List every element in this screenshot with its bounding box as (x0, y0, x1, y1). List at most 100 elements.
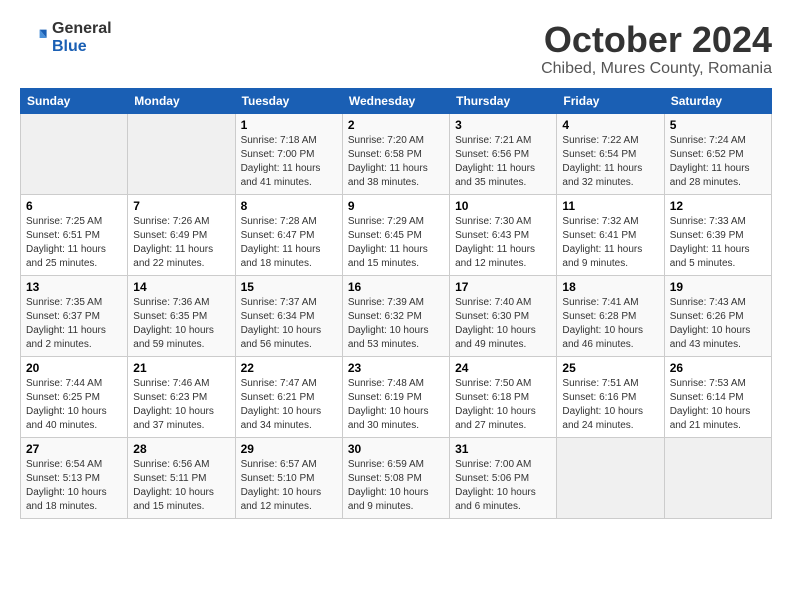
day-info: Sunrise: 7:51 AM Sunset: 6:16 PM Dayligh… (562, 377, 658, 433)
location-title: Chibed, Mures County, Romania (541, 60, 772, 78)
day-number: 18 (562, 280, 658, 294)
day-info: Sunrise: 7:46 AM Sunset: 6:23 PM Dayligh… (133, 377, 229, 433)
day-info: Sunrise: 7:18 AM Sunset: 7:00 PM Dayligh… (241, 134, 337, 190)
day-number: 12 (670, 199, 766, 213)
day-number: 28 (133, 442, 229, 456)
month-title: October 2024 (541, 20, 772, 60)
day-number: 30 (348, 442, 444, 456)
calendar-cell (557, 437, 664, 518)
logo-general: General (52, 20, 112, 38)
calendar-cell: 20Sunrise: 7:44 AM Sunset: 6:25 PM Dayli… (21, 356, 128, 437)
day-number: 17 (455, 280, 551, 294)
day-info: Sunrise: 7:35 AM Sunset: 6:37 PM Dayligh… (26, 296, 122, 352)
day-number: 2 (348, 118, 444, 132)
day-info: Sunrise: 7:53 AM Sunset: 6:14 PM Dayligh… (670, 377, 766, 433)
day-info: Sunrise: 7:30 AM Sunset: 6:43 PM Dayligh… (455, 215, 551, 271)
day-info: Sunrise: 7:39 AM Sunset: 6:32 PM Dayligh… (348, 296, 444, 352)
header-tuesday: Tuesday (235, 88, 342, 113)
day-number: 14 (133, 280, 229, 294)
calendar-cell (21, 113, 128, 194)
day-number: 10 (455, 199, 551, 213)
calendar-cell: 11 Sunrise: 7:32 AM Sunset: 6:41 PM Dayli… (557, 194, 664, 275)
day-number: 19 (670, 280, 766, 294)
calendar-cell: 1 Sunrise: 7:18 AM Sunset: 7:00 PM Daylig… (235, 113, 342, 194)
logo: General Blue (20, 20, 112, 55)
page-header: General Blue October 2024 Chibed, Mures … (20, 20, 772, 78)
logo-text: General Blue (52, 20, 112, 55)
day-number: 9 (348, 199, 444, 213)
header-sunday: Sunday (21, 88, 128, 113)
calendar: Sunday Monday Tuesday Wednesday Thursday… (20, 88, 772, 519)
day-number: 23 (348, 361, 444, 375)
header-wednesday: Wednesday (342, 88, 449, 113)
day-number: 1 (241, 118, 337, 132)
day-info: Sunrise: 7:48 AM Sunset: 6:19 PM Dayligh… (348, 377, 444, 433)
calendar-cell: 23 Sunrise: 7:48 AM Sunset: 6:19 PM Dayli… (342, 356, 449, 437)
calendar-cell: 21 Sunrise: 7:46 AM Sunset: 6:23 PM Dayli… (128, 356, 235, 437)
day-number: 31 (455, 442, 551, 456)
calendar-cell: 24 Sunrise: 7:50 AM Sunset: 6:18 PM Dayli… (450, 356, 557, 437)
calendar-cell (664, 437, 771, 518)
day-info: Sunrise: 7:29 AM Sunset: 6:45 PM Dayligh… (348, 215, 444, 271)
day-info: Sunrise: 7:21 AM Sunset: 6:56 PM Dayligh… (455, 134, 551, 190)
day-info: Sunrise: 6:57 AM Sunset: 5:10 PM Dayligh… (241, 458, 337, 514)
day-info: Sunrise: 6:54 AM Sunset: 5:13 PM Dayligh… (26, 458, 122, 514)
day-info: Sunrise: 7:50 AM Sunset: 6:18 PM Dayligh… (455, 377, 551, 433)
week-row-5: 27 Sunrise: 6:54 AM Sunset: 5:13 PM Dayli… (21, 437, 772, 518)
day-info: Sunrise: 7:00 AM Sunset: 5:06 PM Dayligh… (455, 458, 551, 514)
calendar-cell: 25Sunrise: 7:51 AM Sunset: 6:16 PM Dayli… (557, 356, 664, 437)
day-info: Sunrise: 7:22 AM Sunset: 6:54 PM Dayligh… (562, 134, 658, 190)
day-info: Sunrise: 7:41 AM Sunset: 6:28 PM Dayligh… (562, 296, 658, 352)
day-info: Sunrise: 7:33 AM Sunset: 6:39 PM Dayligh… (670, 215, 766, 271)
header-friday: Friday (557, 88, 664, 113)
header-thursday: Thursday (450, 88, 557, 113)
day-number: 29 (241, 442, 337, 456)
day-info: Sunrise: 7:20 AM Sunset: 6:58 PM Dayligh… (348, 134, 444, 190)
calendar-cell: 8Sunrise: 7:28 AM Sunset: 6:47 PM Daylig… (235, 194, 342, 275)
day-info: Sunrise: 7:24 AM Sunset: 6:52 PM Dayligh… (670, 134, 766, 190)
calendar-cell: 17Sunrise: 7:40 AM Sunset: 6:30 PM Dayli… (450, 275, 557, 356)
logo-blue: Blue (52, 38, 112, 56)
day-info: Sunrise: 7:36 AM Sunset: 6:35 PM Dayligh… (133, 296, 229, 352)
calendar-cell: 4Sunrise: 7:22 AM Sunset: 6:54 PM Daylig… (557, 113, 664, 194)
calendar-cell: 3 Sunrise: 7:21 AM Sunset: 6:56 PM Daylig… (450, 113, 557, 194)
day-number: 21 (133, 361, 229, 375)
day-number: 6 (26, 199, 122, 213)
day-number: 27 (26, 442, 122, 456)
day-number: 11 (562, 199, 658, 213)
day-info: Sunrise: 6:56 AM Sunset: 5:11 PM Dayligh… (133, 458, 229, 514)
calendar-cell: 12 Sunrise: 7:33 AM Sunset: 6:39 PM Dayli… (664, 194, 771, 275)
day-info: Sunrise: 7:44 AM Sunset: 6:25 PM Dayligh… (26, 377, 122, 433)
calendar-cell: 2 Sunrise: 7:20 AM Sunset: 6:58 PM Daylig… (342, 113, 449, 194)
week-row-4: 20Sunrise: 7:44 AM Sunset: 6:25 PM Dayli… (21, 356, 772, 437)
day-number: 24 (455, 361, 551, 375)
day-info: Sunrise: 7:32 AM Sunset: 6:41 PM Dayligh… (562, 215, 658, 271)
calendar-cell: 13Sunrise: 7:35 AM Sunset: 6:37 PM Dayli… (21, 275, 128, 356)
week-row-2: 6Sunrise: 7:25 AM Sunset: 6:51 PM Daylig… (21, 194, 772, 275)
day-info: Sunrise: 6:59 AM Sunset: 5:08 PM Dayligh… (348, 458, 444, 514)
calendar-cell: 30 Sunrise: 6:59 AM Sunset: 5:08 PM Dayli… (342, 437, 449, 518)
calendar-cell: 18 Sunrise: 7:41 AM Sunset: 6:28 PM Dayli… (557, 275, 664, 356)
calendar-cell: 22Sunrise: 7:47 AM Sunset: 6:21 PM Dayli… (235, 356, 342, 437)
week-row-1: 1 Sunrise: 7:18 AM Sunset: 7:00 PM Daylig… (21, 113, 772, 194)
day-info: Sunrise: 7:37 AM Sunset: 6:34 PM Dayligh… (241, 296, 337, 352)
calendar-cell: 10 Sunrise: 7:30 AM Sunset: 6:43 PM Dayli… (450, 194, 557, 275)
calendar-cell: 15 Sunrise: 7:37 AM Sunset: 6:34 PM Dayli… (235, 275, 342, 356)
calendar-cell: 16Sunrise: 7:39 AM Sunset: 6:32 PM Dayli… (342, 275, 449, 356)
calendar-cell: 27 Sunrise: 6:54 AM Sunset: 5:13 PM Dayli… (21, 437, 128, 518)
calendar-cell: 26 Sunrise: 7:53 AM Sunset: 6:14 PM Dayli… (664, 356, 771, 437)
calendar-cell: 31 Sunrise: 7:00 AM Sunset: 5:06 PM Dayli… (450, 437, 557, 518)
calendar-cell: 9 Sunrise: 7:29 AM Sunset: 6:45 PM Daylig… (342, 194, 449, 275)
day-number: 15 (241, 280, 337, 294)
calendar-header-row: Sunday Monday Tuesday Wednesday Thursday… (21, 88, 772, 113)
calendar-cell: 28 Sunrise: 6:56 AM Sunset: 5:11 PM Dayli… (128, 437, 235, 518)
calendar-cell: 19Sunrise: 7:43 AM Sunset: 6:26 PM Dayli… (664, 275, 771, 356)
day-number: 7 (133, 199, 229, 213)
day-number: 3 (455, 118, 551, 132)
day-info: Sunrise: 7:28 AM Sunset: 6:47 PM Dayligh… (241, 215, 337, 271)
calendar-cell: 6Sunrise: 7:25 AM Sunset: 6:51 PM Daylig… (21, 194, 128, 275)
logo-icon (20, 24, 48, 52)
calendar-cell: 7Sunrise: 7:26 AM Sunset: 6:49 PM Daylig… (128, 194, 235, 275)
day-number: 26 (670, 361, 766, 375)
calendar-cell: 29 Sunrise: 6:57 AM Sunset: 5:10 PM Dayli… (235, 437, 342, 518)
